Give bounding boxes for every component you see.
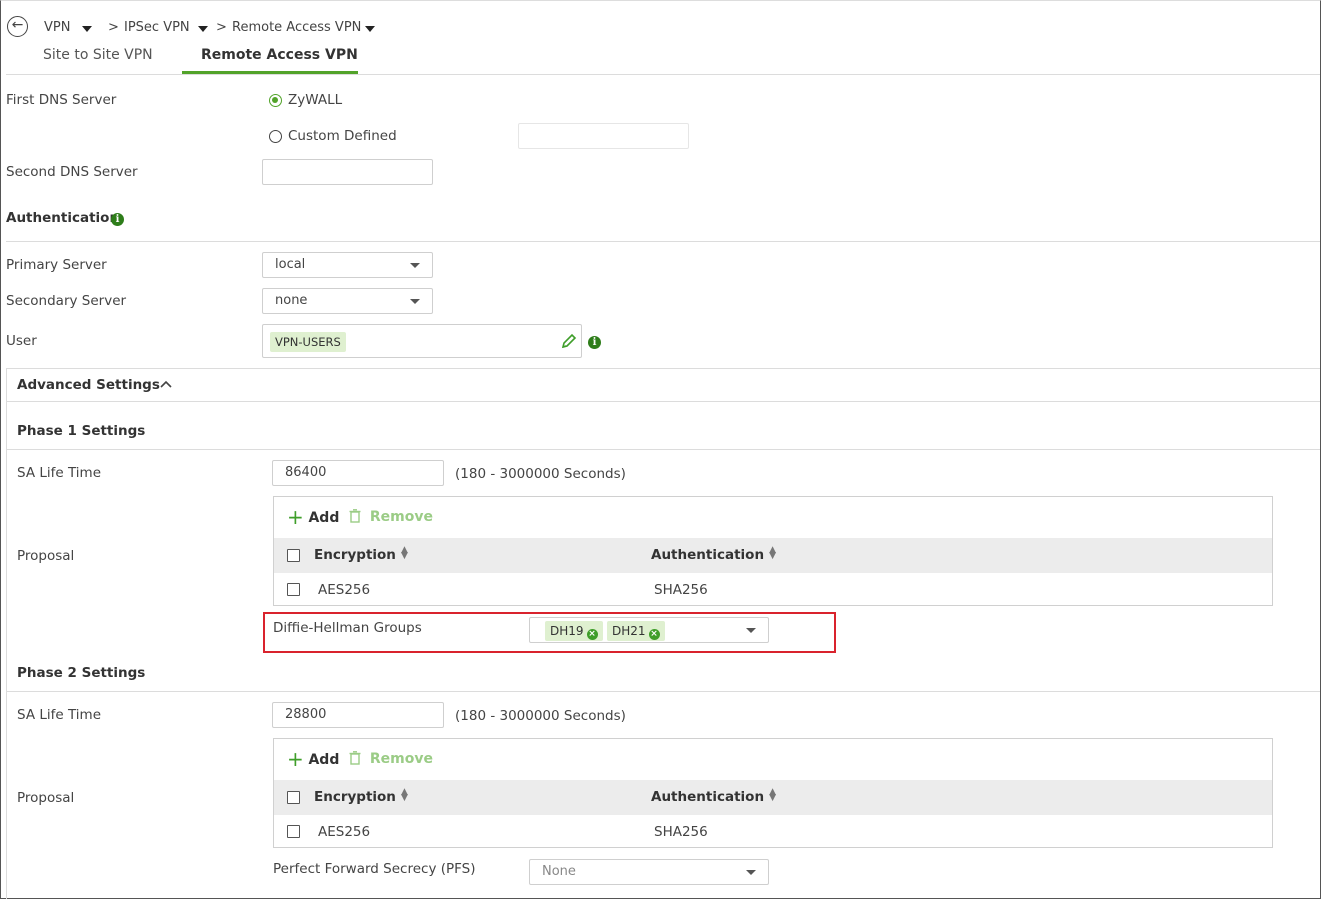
phase2-sa-label: SA Life Time bbox=[17, 707, 102, 723]
breadcrumb-item-remote-access[interactable]: Remote Access VPN bbox=[232, 20, 361, 35]
phase2-remove-button[interactable]: Remove bbox=[349, 751, 433, 767]
dns-zywall-radio[interactable] bbox=[269, 94, 282, 107]
dh-groups-label: Diffie-Hellman Groups bbox=[273, 620, 422, 636]
sort-icon: ▲ ▼ bbox=[400, 787, 408, 803]
phase2-sa-hint: (180 - 3000000 Seconds) bbox=[455, 708, 626, 724]
phase1-col-authentication[interactable]: Authentication ▲ ▼ bbox=[651, 545, 776, 564]
dh-chip-dh21-label: DH21 bbox=[612, 624, 646, 638]
chevron-up-icon[interactable] bbox=[159, 378, 173, 390]
chevron-down-icon bbox=[410, 299, 420, 304]
phase1-add-button[interactable]: + Add bbox=[287, 505, 339, 529]
phase2-sa-input[interactable]: 28800 bbox=[272, 702, 444, 728]
phase2-row-authentication: SHA256 bbox=[654, 824, 708, 840]
custom-dns-input[interactable] bbox=[518, 123, 689, 149]
authentication-divider bbox=[6, 241, 1320, 242]
advanced-top-border bbox=[6, 368, 1320, 369]
phase1-divider bbox=[6, 449, 1320, 450]
pfs-select[interactable]: None bbox=[529, 859, 769, 885]
pencil-edit-icon[interactable] bbox=[561, 333, 577, 349]
phase2-add-button[interactable]: + Add bbox=[287, 747, 339, 771]
phase2-remove-label: Remove bbox=[369, 751, 433, 767]
secondary-server-value: none bbox=[275, 293, 308, 308]
secondary-server-label: Secondary Server bbox=[6, 293, 127, 309]
phase2-col-authentication[interactable]: Authentication ▲ ▼ bbox=[651, 787, 776, 806]
close-icon[interactable]: × bbox=[648, 629, 660, 640]
secondary-server-select[interactable]: none bbox=[262, 288, 433, 314]
breadcrumb-remote-dropdown-icon[interactable] bbox=[365, 26, 375, 32]
phase2-col-encryption[interactable]: Encryption ▲ ▼ bbox=[314, 787, 408, 806]
user-label: User bbox=[6, 333, 37, 349]
first-dns-label: First DNS Server bbox=[6, 92, 117, 108]
close-icon[interactable]: × bbox=[586, 629, 598, 640]
dns-custom-label[interactable]: Custom Defined bbox=[288, 128, 397, 144]
user-chip[interactable]: VPN-USERS bbox=[270, 332, 346, 352]
breadcrumb-vpn-dropdown-icon[interactable] bbox=[82, 26, 92, 32]
user-info-icon[interactable]: i bbox=[588, 336, 601, 349]
phase1-sa-label: SA Life Time bbox=[17, 465, 102, 481]
dh-chip-dh19[interactable]: DH19 × bbox=[545, 621, 603, 641]
trash-icon bbox=[349, 751, 361, 765]
pfs-value: None bbox=[542, 864, 576, 879]
chevron-down-icon bbox=[746, 870, 756, 875]
phase2-heading: Phase 2 Settings bbox=[17, 665, 146, 681]
phase2-divider bbox=[6, 691, 1320, 692]
advanced-settings-heading[interactable]: Advanced Settings bbox=[17, 377, 160, 393]
breadcrumb-ipsec-dropdown-icon[interactable] bbox=[198, 26, 208, 32]
advanced-divider bbox=[6, 401, 1320, 402]
breadcrumb-item-ipsec[interactable]: IPSec VPN bbox=[124, 20, 190, 35]
chevron-down-icon bbox=[410, 263, 420, 268]
sort-icon: ▲ ▼ bbox=[400, 545, 408, 561]
breadcrumb-separator: > bbox=[216, 20, 227, 35]
trash-icon bbox=[349, 509, 361, 523]
breadcrumb-item-vpn[interactable]: VPN bbox=[44, 20, 70, 35]
sort-icon: ▲ ▼ bbox=[769, 787, 776, 803]
dh-chip-dh21[interactable]: DH21 × bbox=[607, 621, 665, 641]
second-dns-label: Second DNS Server bbox=[6, 164, 138, 180]
plus-icon: + bbox=[287, 747, 304, 771]
phase2-row-checkbox[interactable] bbox=[287, 825, 300, 838]
phase1-select-all-checkbox[interactable] bbox=[287, 549, 300, 562]
primary-server-select[interactable]: local bbox=[262, 252, 433, 278]
phase1-col-encryption[interactable]: Encryption ▲ ▼ bbox=[314, 545, 408, 564]
advanced-left-border bbox=[6, 368, 7, 899]
dns-custom-radio[interactable] bbox=[269, 130, 282, 143]
phase1-remove-button[interactable]: Remove bbox=[349, 509, 433, 525]
sort-icon: ▲ ▼ bbox=[769, 545, 776, 561]
tab-remote-access[interactable]: Remote Access VPN bbox=[201, 47, 358, 63]
phase1-row-authentication: SHA256 bbox=[654, 582, 708, 598]
phase1-sa-input[interactable]: 86400 bbox=[272, 460, 444, 486]
dh-chip-dh19-label: DH19 bbox=[550, 624, 584, 638]
pfs-label: Perfect Forward Secrecy (PFS) bbox=[273, 861, 476, 877]
phase2-add-label: Add bbox=[308, 752, 340, 768]
phase2-row-encryption: AES256 bbox=[318, 824, 371, 840]
phase1-proposal-label: Proposal bbox=[17, 548, 75, 564]
primary-server-label: Primary Server bbox=[6, 257, 107, 273]
phase2-col-encryption-label: Encryption bbox=[314, 789, 396, 805]
back-button[interactable]: ← bbox=[7, 16, 28, 37]
tab-site-to-site[interactable]: Site to Site VPN bbox=[43, 47, 153, 63]
chevron-down-icon bbox=[746, 628, 756, 633]
phase1-add-label: Add bbox=[308, 510, 340, 526]
phase1-col-encryption-label: Encryption bbox=[314, 547, 396, 563]
second-dns-input[interactable] bbox=[262, 159, 433, 185]
tabs-divider bbox=[6, 74, 1320, 75]
phase1-remove-label: Remove bbox=[369, 509, 433, 525]
phase1-heading: Phase 1 Settings bbox=[17, 423, 146, 439]
phase2-select-all-checkbox[interactable] bbox=[287, 791, 300, 804]
phase1-row-encryption: AES256 bbox=[318, 582, 371, 598]
phase1-col-authentication-label: Authentication bbox=[651, 547, 765, 563]
phase2-col-authentication-label: Authentication bbox=[651, 789, 765, 805]
phase2-proposal-label: Proposal bbox=[17, 790, 75, 806]
dns-zywall-label[interactable]: ZyWALL bbox=[288, 92, 342, 108]
plus-icon: + bbox=[287, 505, 304, 529]
phase1-sa-hint: (180 - 3000000 Seconds) bbox=[455, 466, 626, 482]
primary-server-value: local bbox=[275, 257, 306, 272]
authentication-info-icon[interactable]: i bbox=[111, 213, 124, 226]
authentication-heading: Authentication bbox=[6, 210, 120, 226]
phase1-row-checkbox[interactable] bbox=[287, 583, 300, 596]
breadcrumb-separator: > bbox=[108, 20, 119, 35]
